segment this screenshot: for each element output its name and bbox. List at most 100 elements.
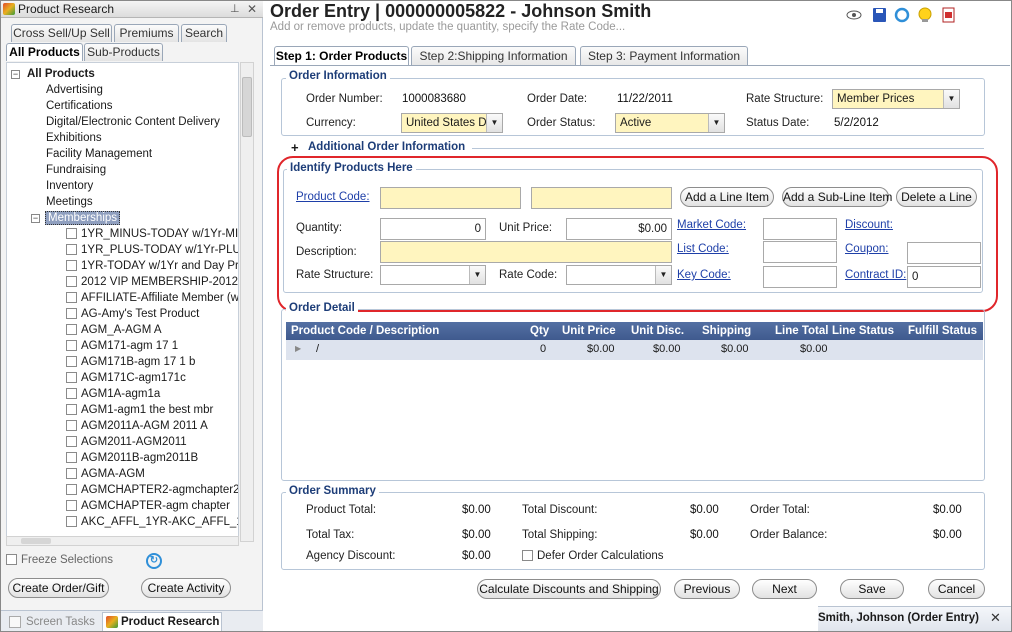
tree-product-item[interactable]: AGM171B-agm 17 1 b (66, 354, 238, 370)
market-code-link[interactable]: Market Code: (677, 219, 746, 231)
order-status-select[interactable]: Active ▼ (615, 113, 725, 133)
checkbox-box[interactable] (6, 554, 17, 565)
tree-product-item[interactable]: AGM1-agm1 the best mbr (66, 402, 238, 418)
rate-structure-select[interactable]: Member Prices ▼ (832, 89, 960, 109)
tree-category-item[interactable]: Exhibitions (46, 130, 238, 146)
product-checkbox[interactable] (66, 420, 77, 431)
key-code-input[interactable] (763, 266, 837, 288)
col-unit-price[interactable]: Unit Price (562, 322, 616, 340)
product-checkbox[interactable] (66, 244, 77, 255)
col-unit-disc[interactable]: Unit Disc. (631, 322, 684, 340)
unit-price-input[interactable]: $0.00 (566, 218, 672, 240)
tab-all-products[interactable]: All Products (6, 43, 83, 61)
add-line-item-button[interactable]: Add a Line Item (680, 187, 774, 207)
tree-product-item[interactable]: AGMA-AGM (66, 466, 238, 482)
tree-root-all-products[interactable]: All Products (27, 66, 238, 82)
product-checkbox[interactable] (66, 388, 77, 399)
product-checkbox[interactable] (66, 404, 77, 415)
product-checkbox[interactable] (66, 436, 77, 447)
coupon-input[interactable] (907, 242, 981, 264)
chevron-down-icon[interactable]: ▼ (486, 114, 502, 132)
tree-product-item[interactable]: 2012 VIP MEMBERSHIP-2012 (66, 274, 238, 290)
discount-link[interactable]: Discount: (845, 219, 893, 231)
refresh-icon[interactable] (894, 7, 910, 23)
tab-screen-tasks[interactable]: Screen Tasks (4, 613, 99, 631)
hint-bulb-icon[interactable] (918, 7, 932, 22)
tree-category-item[interactable]: Meetings (46, 194, 238, 210)
product-checkbox[interactable] (66, 228, 77, 239)
table-row[interactable]: ▶ / 0 $0.00 $0.00 $0.00 $0.00 (286, 340, 983, 360)
product-checkbox[interactable] (66, 500, 77, 511)
col-line-total[interactable]: Line Total (775, 322, 828, 340)
calculate-discounts-button[interactable]: Calculate Discounts and Shipping (477, 579, 661, 599)
tree-product-item[interactable]: AKC_AFFL_1YR-AKC_AFFL_1YR (66, 514, 238, 530)
row-expand-icon[interactable]: ▶ (295, 340, 301, 358)
checkbox-box[interactable] (522, 550, 533, 561)
product-checkbox[interactable] (66, 516, 77, 527)
tab-step3-payment[interactable]: Step 3: Payment Information (580, 46, 748, 66)
tab-step1-order-products[interactable]: Step 1: Order Products (274, 46, 409, 66)
product-checkbox[interactable] (66, 484, 77, 495)
tree-product-item[interactable]: AFFILIATE-Affiliate Member (w (66, 290, 238, 306)
list-code-link[interactable]: List Code: (677, 243, 729, 255)
coupon-link[interactable]: Coupon: (845, 243, 888, 255)
close-panel-icon[interactable]: ✕ (247, 0, 257, 18)
col-line-status[interactable]: Line Status (832, 322, 894, 340)
tab-cross-sell[interactable]: Cross Sell/Up Sell (11, 24, 112, 42)
collapse-toggle-icon[interactable]: − (31, 214, 40, 223)
report-icon[interactable] (942, 7, 955, 23)
tab-product-research[interactable]: Product Research (102, 612, 222, 632)
add-sub-line-item-button[interactable]: Add a Sub-Line Item (782, 187, 892, 207)
product-code-input[interactable] (380, 187, 521, 209)
col-product-code[interactable]: Product Code / Description (291, 322, 439, 340)
product-code-description-input[interactable] (531, 187, 672, 209)
product-checkbox[interactable] (66, 372, 77, 383)
tree-category-item[interactable]: Advertising (46, 82, 238, 98)
contract-id-input[interactable]: 0 (907, 266, 981, 288)
tab-search[interactable]: Search (181, 24, 227, 42)
chevron-down-icon[interactable]: ▼ (708, 114, 724, 132)
market-code-input[interactable] (763, 218, 837, 240)
contract-id-link[interactable]: Contract ID: (845, 269, 906, 281)
col-qty[interactable]: Qty (530, 322, 549, 340)
product-checkbox[interactable] (66, 356, 77, 367)
tree-product-item[interactable]: AGM2011-AGM2011 (66, 434, 238, 450)
key-code-link[interactable]: Key Code: (677, 269, 731, 281)
pin-icon[interactable]: ⊥ (230, 0, 240, 18)
save-icon[interactable] (873, 8, 886, 22)
delete-line-button[interactable]: Delete a Line (896, 187, 977, 207)
product-checkbox[interactable] (66, 292, 77, 303)
defer-calculations-checkbox[interactable]: Defer Order Calculations (522, 550, 664, 562)
tab-premiums[interactable]: Premiums (114, 24, 179, 42)
chevron-down-icon[interactable]: ▼ (469, 266, 485, 284)
previous-button[interactable]: Previous (674, 579, 740, 599)
product-checkbox[interactable] (66, 340, 77, 351)
tree-product-item[interactable]: AG-Amy's Test Product (66, 306, 238, 322)
tree-product-item[interactable]: AGMCHAPTER2-agmchapter2 (66, 482, 238, 498)
tree-product-item[interactable]: AGM171C-agm171c (66, 370, 238, 386)
tree-product-item[interactable]: 1YR-TODAY w/1Yr and Day Pro (66, 258, 238, 274)
chevron-down-icon[interactable]: ▼ (655, 266, 671, 284)
cancel-button[interactable]: Cancel (928, 579, 985, 599)
description-input[interactable] (380, 241, 672, 263)
tree-category-item[interactable]: Digital/Electronic Content Delivery (46, 114, 238, 130)
tree-product-item[interactable]: AGM_A-AGM A (66, 322, 238, 338)
col-fulfill-status[interactable]: Fulfill Status (908, 322, 977, 340)
view-icon[interactable] (846, 10, 862, 20)
tree-product-item[interactable]: AGMCHAPTER-agm chapter (66, 498, 238, 514)
create-activity-button[interactable]: Create Activity (141, 578, 231, 598)
scroll-thumb[interactable] (21, 538, 51, 544)
quantity-input[interactable]: 0 (380, 218, 486, 240)
rate-code-select[interactable]: ▼ (566, 265, 672, 285)
tab-step2-shipping[interactable]: Step 2:Shipping Information (411, 46, 576, 66)
tree-horizontal-scrollbar[interactable] (6, 536, 239, 546)
refresh-icon[interactable]: ↻ (146, 553, 162, 569)
tree-category-memberships[interactable]: Memberships (45, 210, 121, 226)
close-tab-icon[interactable]: ✕ (990, 610, 1001, 626)
tree-category-item[interactable]: Certifications (46, 98, 238, 114)
product-checkbox[interactable] (66, 260, 77, 271)
tree-category-item[interactable]: Facility Management (46, 146, 238, 162)
tab-sub-products[interactable]: Sub-Products (84, 43, 163, 61)
additional-order-info-toggle[interactable]: Additional Order Information (305, 141, 469, 153)
list-code-input[interactable] (763, 241, 837, 263)
